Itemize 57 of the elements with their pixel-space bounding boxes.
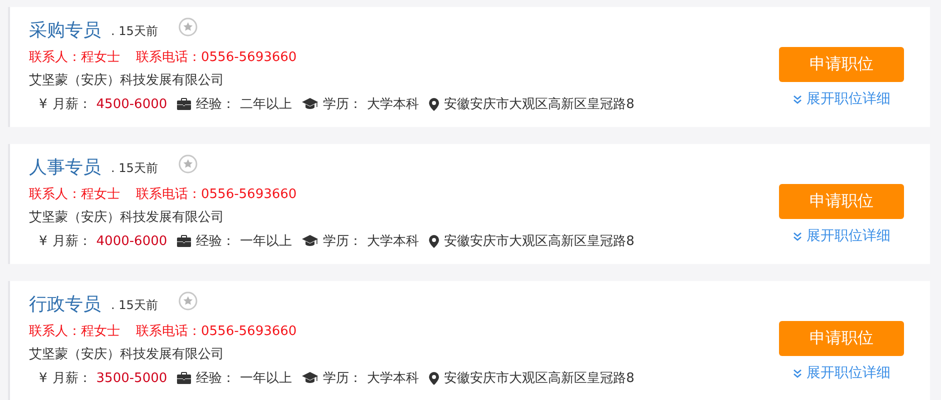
- apply-button[interactable]: 申请职位: [779, 47, 904, 82]
- company-name: 艾坚蒙（安庆）科技发展有限公司: [29, 209, 225, 226]
- double-chevron-icon: [792, 368, 802, 378]
- experience-label: 经验：: [196, 233, 236, 250]
- currency-sign: ¥: [39, 370, 48, 386]
- location-text: 安徽安庆市大观区高新区皇冠路8: [444, 96, 634, 113]
- job-title[interactable]: 人事专员: [29, 155, 101, 179]
- double-chevron-icon: [792, 94, 802, 104]
- location-pin-icon: [429, 234, 440, 248]
- experience-value: 一年以上: [240, 233, 292, 250]
- contact-person: 联系人：程女士: [29, 49, 120, 66]
- graduation-cap-icon: [302, 98, 318, 110]
- location-text: 安徽安庆市大观区高新区皇冠路8: [444, 370, 634, 387]
- posted-time: . 15天前: [111, 160, 158, 177]
- company-name: 艾坚蒙（安庆）科技发展有限公司: [29, 346, 225, 363]
- currency-sign: ¥: [39, 96, 48, 112]
- education-value: 大学本科: [367, 96, 420, 113]
- briefcase-icon: [177, 98, 192, 110]
- apply-button[interactable]: 申请职位: [779, 184, 904, 219]
- salary-label: 月薪：: [52, 370, 92, 387]
- salary-label: 月薪：: [52, 233, 92, 250]
- salary-value: 4500-6000: [96, 96, 168, 112]
- contact-phone: 联系电话：0556-5693660: [136, 323, 297, 340]
- apply-button[interactable]: 申请职位: [779, 321, 904, 356]
- education-label: 学历：: [323, 96, 362, 113]
- expand-details-link[interactable]: 展开职位详细: [792, 90, 890, 108]
- contact-person: 联系人：程女士: [29, 186, 120, 203]
- education-value: 大学本科: [367, 370, 420, 387]
- salary-label: 月薪：: [52, 96, 92, 113]
- posted-time: . 15天前: [111, 23, 158, 40]
- education-label: 学历：: [323, 370, 362, 387]
- job-title[interactable]: 行政专员: [29, 292, 101, 316]
- contact-person: 联系人：程女士: [29, 323, 120, 340]
- briefcase-icon: [177, 372, 192, 384]
- contact-phone: 联系电话：0556-5693660: [136, 49, 297, 66]
- expand-details-link[interactable]: 展开职位详细: [792, 364, 890, 382]
- experience-label: 经验：: [196, 96, 236, 113]
- location-pin-icon: [429, 98, 440, 110]
- expand-details-link[interactable]: 展开职位详细: [792, 227, 890, 245]
- location-pin-icon: [429, 372, 440, 384]
- salary-value: 4000-6000: [96, 234, 168, 248]
- location-text: 安徽安庆市大观区高新区皇冠路8: [444, 233, 634, 250]
- double-chevron-icon: [792, 232, 802, 240]
- salary-value: 3500-5000: [96, 370, 168, 386]
- education-value: 大学本科: [367, 233, 420, 250]
- currency-sign: ¥: [39, 234, 48, 248]
- posted-time: . 15天前: [111, 297, 158, 314]
- education-label: 学历：: [323, 233, 362, 250]
- briefcase-icon: [177, 235, 192, 247]
- experience-label: 经验：: [196, 370, 236, 387]
- experience-value: 一年以上: [240, 370, 292, 387]
- contact-phone: 联系电话：0556-5693660: [136, 186, 297, 203]
- graduation-cap-icon: [302, 372, 318, 384]
- company-name: 艾坚蒙（安庆）科技发展有限公司: [29, 72, 225, 89]
- graduation-cap-icon: [302, 235, 318, 247]
- job-title[interactable]: 采购专员: [29, 18, 101, 42]
- experience-value: 二年以上: [240, 96, 292, 113]
